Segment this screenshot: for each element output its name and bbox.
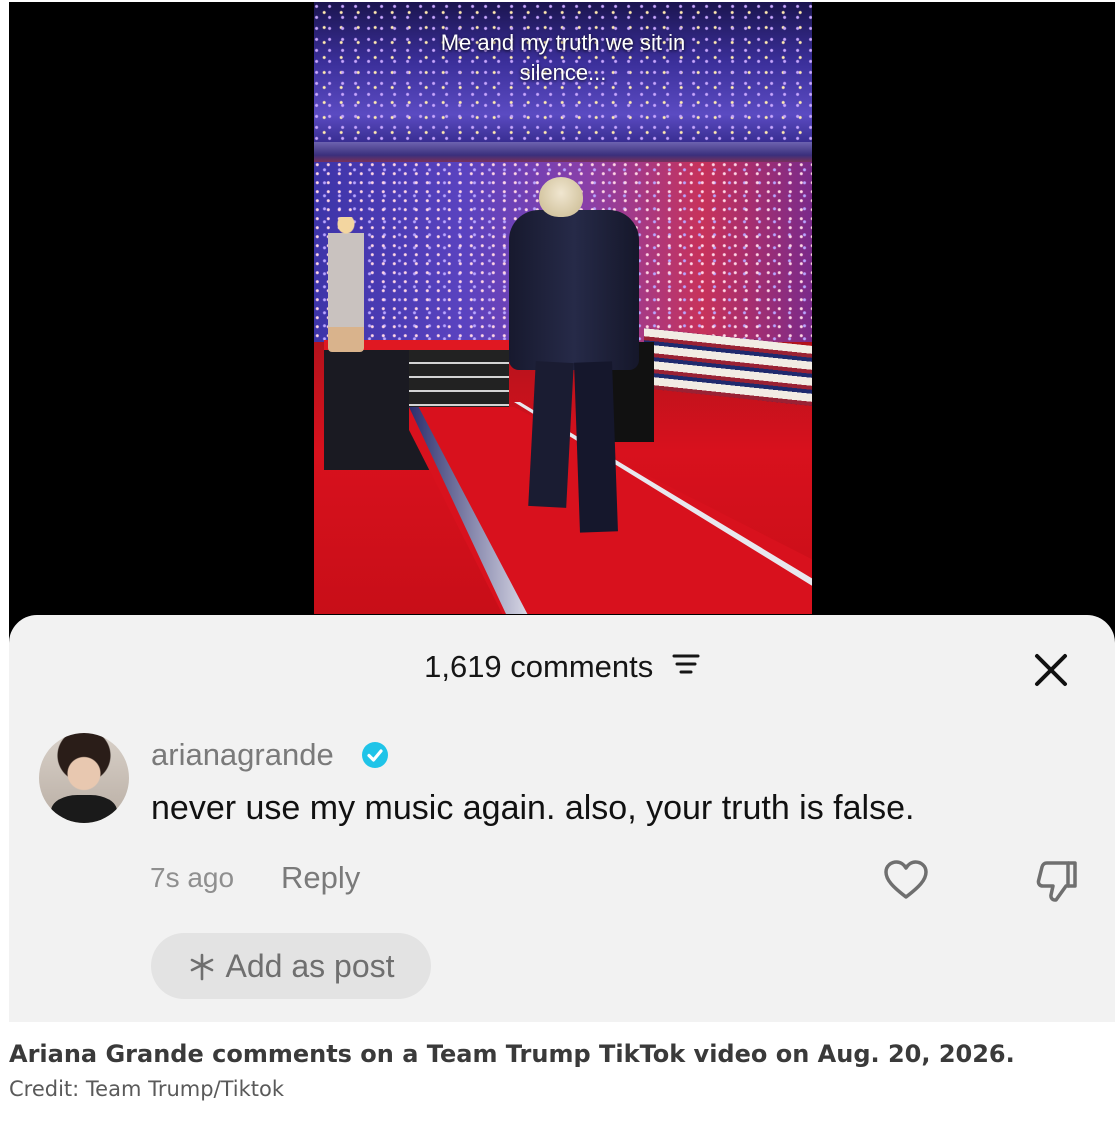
video-caption-line-1: Me and my truth we sit in (440, 30, 686, 55)
article-caption: Ariana Grande comments on a Team Trump T… (9, 1040, 1015, 1068)
verified-badge-icon (361, 741, 389, 773)
woman-on-stage (328, 217, 364, 352)
comments-sheet: 1,619 comments arianagrande never use my… (9, 615, 1115, 1022)
video-caption: Me and my truth we sit in silence... (314, 28, 812, 88)
dislike-button[interactable] (1035, 859, 1081, 907)
comment-timestamp: 7s ago (150, 862, 235, 893)
comment-username[interactable]: arianagrande (151, 737, 334, 773)
close-button[interactable] (1031, 650, 1071, 690)
arena-balcony (314, 142, 812, 164)
reply-button[interactable]: Reply (281, 860, 360, 896)
comments-header[interactable]: 1,619 comments (9, 649, 1115, 685)
thumbs-down-icon (1036, 861, 1077, 902)
stage-steps (409, 350, 509, 410)
video-caption-line-2: silence... (519, 60, 607, 85)
man-leg-left (528, 361, 574, 508)
comments-count: 1,619 comments (424, 649, 654, 684)
man-head (539, 177, 583, 217)
sparkle-icon (190, 953, 213, 981)
avatar[interactable] (39, 733, 129, 823)
add-as-post-label: Add as post (225, 947, 395, 984)
man-leg-right (574, 361, 618, 533)
add-as-post-button[interactable]: Add as post (151, 933, 431, 999)
filter-icon[interactable] (672, 648, 700, 684)
video-frame: Me and my truth we sit in silence... 1,6… (9, 2, 1115, 1022)
article-credit: Credit: Team Trump/Tiktok (9, 1077, 285, 1101)
man-suit (509, 210, 639, 370)
comment-text: never use my music again. also, your tru… (151, 789, 915, 827)
close-icon (1035, 654, 1067, 686)
heart-icon (884, 860, 928, 899)
video-player[interactable]: Me and my truth we sit in silence... (314, 2, 812, 614)
like-button[interactable] (883, 859, 929, 905)
